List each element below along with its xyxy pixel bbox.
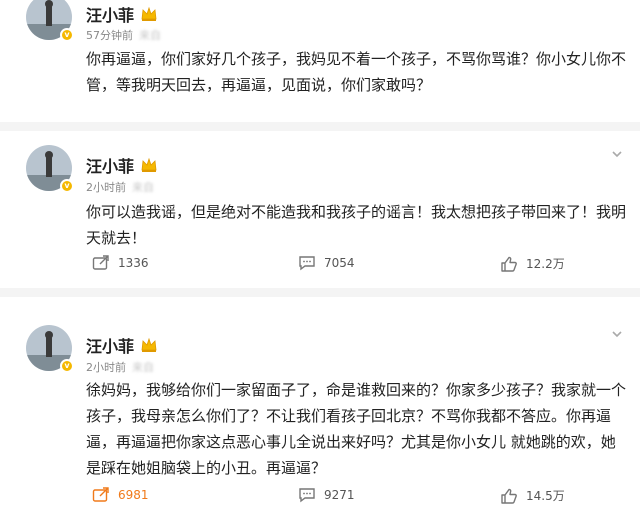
like-button[interactable]: 12.2万 — [500, 255, 565, 272]
more-chevron-icon[interactable] — [610, 147, 624, 161]
post-actions: 1336 7054 12.2万 — [0, 255, 640, 275]
post-2: v 汪小菲 2小时前 来自 你可以造我谣，但是绝对不能造我和我孩子的谣言！我太想… — [0, 131, 640, 281]
crown-icon — [141, 337, 157, 352]
username[interactable]: 汪小菲 — [86, 153, 158, 177]
post-time: 2小时前 — [86, 181, 126, 194]
post-meta: 57分钟前 来自 — [86, 27, 161, 43]
comment-icon — [299, 256, 315, 271]
repost-count: 6981 — [118, 488, 149, 502]
comment-button[interactable]: 7054 — [298, 255, 355, 271]
verified-badge-icon: v — [60, 28, 74, 42]
post-source: 来自 — [132, 361, 154, 374]
crown-icon — [141, 157, 157, 172]
like-count: 14.5万 — [526, 489, 565, 503]
post-actions: 6981 9271 14.5万 — [0, 487, 640, 507]
verified-badge-icon: v — [60, 179, 74, 193]
post-source: 来自 — [132, 181, 154, 194]
post-source: 来自 — [139, 29, 161, 42]
post-text: 你可以造我谣，但是绝对不能造我和我孩子的谣言！我太想把孩子带回来了！我明天就去！ — [86, 203, 627, 247]
divider — [0, 122, 640, 131]
post-meta: 2小时前 来自 — [86, 179, 154, 195]
username[interactable]: 汪小菲 — [86, 2, 158, 26]
like-button[interactable]: 14.5万 — [500, 487, 565, 504]
comment-count: 7054 — [324, 256, 355, 270]
username[interactable]: 汪小菲 — [86, 333, 158, 357]
verified-badge-icon: v — [60, 359, 74, 373]
post-text: 你再逼逼，你们家好几个孩子，我妈见不着一个孩子，不骂你骂谁？你小女儿你不管，等我… — [86, 50, 627, 94]
post-time: 2小时前 — [86, 361, 126, 374]
crown-icon — [141, 6, 157, 21]
like-count: 12.2万 — [526, 257, 565, 271]
post-text: 徐妈妈，我够给你们一家留面子了，命是谁救回来的？你家多少孩子？我家就一个孩子，我… — [86, 381, 627, 477]
post-time: 57分钟前 — [86, 29, 133, 42]
more-chevron-icon[interactable] — [610, 327, 624, 341]
repost-icon — [92, 487, 109, 502]
divider — [0, 288, 640, 297]
comment-count: 9271 — [324, 488, 355, 502]
post-3: v 汪小菲 2小时前 来自 徐妈妈，我够给你们一家留面子了，命是谁救回来的？你家… — [0, 297, 640, 514]
repost-button[interactable]: 1336 — [92, 255, 149, 271]
repost-button[interactable]: 6981 — [92, 487, 149, 503]
repost-count: 1336 — [118, 256, 149, 270]
comment-icon — [299, 488, 315, 503]
like-icon — [501, 488, 517, 504]
comment-button[interactable]: 9271 — [298, 487, 355, 503]
repost-icon — [92, 255, 109, 270]
post-meta: 2小时前 来自 — [86, 359, 154, 375]
like-icon — [501, 256, 517, 272]
post-1: v 汪小菲 57分钟前 来自 你再逼逼，你们家好几个孩子，我妈见不着一个孩子，不… — [0, 0, 640, 112]
